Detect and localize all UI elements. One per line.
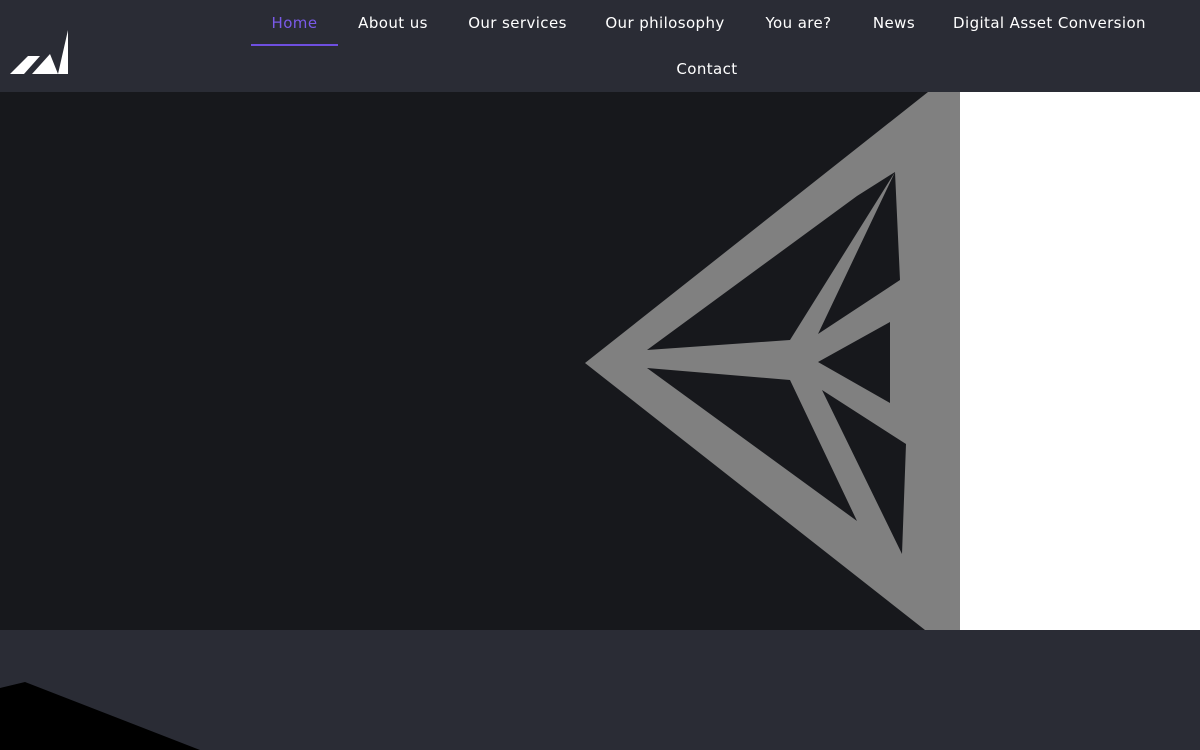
site-header: Home About us Our services Our philosoph…: [0, 0, 1200, 92]
nav-home[interactable]: Home: [251, 0, 338, 46]
next-section: [0, 630, 1200, 750]
nav-digital-asset-conversion[interactable]: Digital Asset Conversion: [946, 0, 1153, 46]
nav-our-services[interactable]: Our services: [460, 0, 575, 46]
hero-section: [0, 92, 960, 630]
hero-side-panel: [960, 92, 1200, 630]
dark-wedge-shape: [0, 682, 200, 750]
nav-you-are[interactable]: You are?: [756, 0, 841, 46]
tron-triangle-icon: [585, 92, 960, 630]
mountain-logo-icon[interactable]: [10, 16, 70, 76]
nav-about-us[interactable]: About us: [348, 0, 438, 46]
nav-news[interactable]: News: [863, 0, 925, 46]
nav-contact[interactable]: Contact: [667, 46, 747, 92]
nav-our-philosophy[interactable]: Our philosophy: [596, 0, 734, 46]
